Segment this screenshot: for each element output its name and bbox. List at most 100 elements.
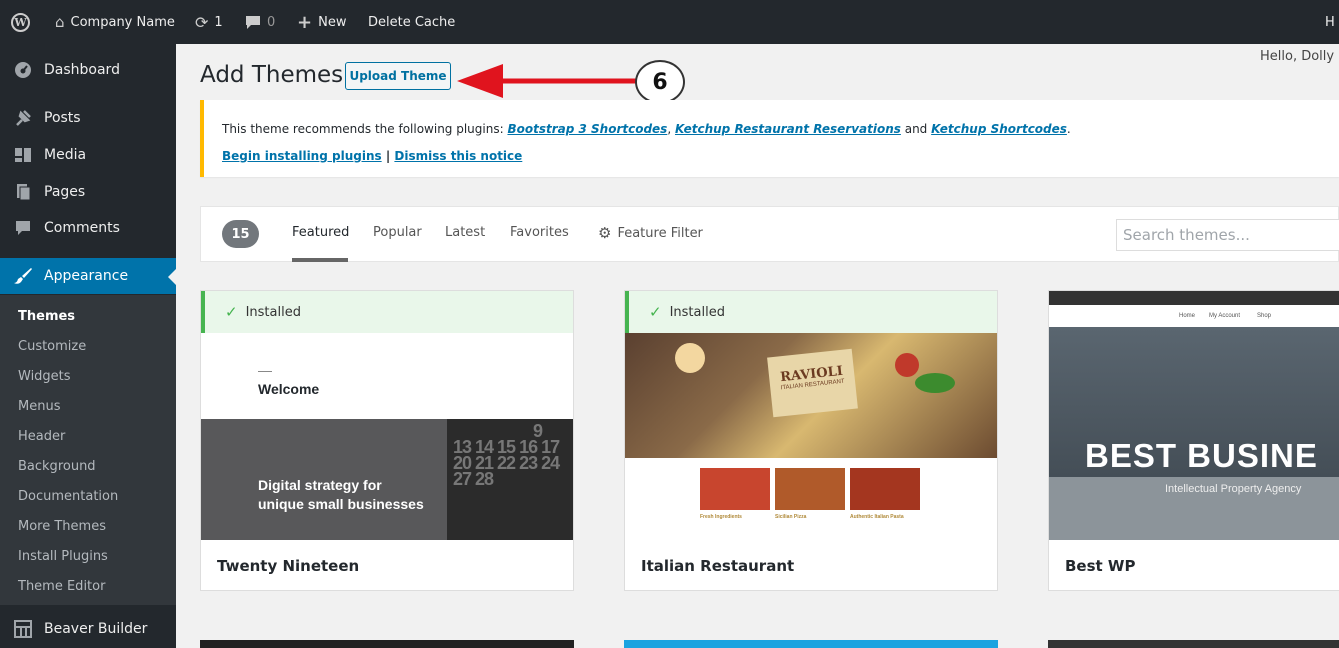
preview-col-3: Authentic Italian Pasta: [850, 514, 904, 520]
preview-headline: BEST BUSINE: [1085, 437, 1318, 474]
theme-card-partial[interactable]: [200, 640, 574, 648]
theme-count-badge: 15: [222, 220, 259, 248]
page-title: Add Themes: [200, 62, 344, 88]
submenu-menus[interactable]: Menus: [18, 399, 60, 414]
pin-icon: [13, 109, 33, 127]
theme-name: Best WP: [1065, 557, 1136, 575]
theme-card-partial[interactable]: [624, 640, 998, 648]
sidebar-item-posts[interactable]: Posts: [0, 100, 176, 136]
brush-icon: [13, 267, 33, 285]
theme-filter-bar: 15 Featured Popular Latest Favorites ⚙ F…: [200, 206, 1339, 262]
upload-theme-button[interactable]: Upload Theme: [345, 62, 451, 90]
wordpress-logo-icon[interactable]: W: [11, 0, 30, 44]
tab-popular[interactable]: Popular: [373, 225, 422, 240]
checkmark-icon: ✓: [225, 303, 238, 321]
theme-card-best-wp[interactable]: Home My Account Shop BEST BUSINE Intelle…: [1048, 290, 1339, 591]
theme-card-italian-restaurant[interactable]: ✓ Installed RAVIOLI ITALIAN RESTAURANT F…: [624, 290, 998, 591]
annotation-number: 6: [635, 60, 685, 104]
sidebar-item-label: Beaver Builder: [44, 621, 148, 637]
active-indicator: [168, 269, 176, 285]
theme-card-twenty-nineteen[interactable]: ✓ Installed Welcome 9 13 14 15 16 17 20 …: [200, 290, 574, 591]
preview-hero: BEST BUSINE Intellectual Property Agency: [1049, 327, 1339, 540]
submenu-background[interactable]: Background: [18, 459, 96, 474]
installed-banner: ✓ Installed: [625, 291, 997, 333]
appearance-submenu: Themes Customize Widgets Menus Header Ba…: [0, 295, 176, 605]
submenu-theme-editor[interactable]: Theme Editor: [18, 579, 105, 594]
theme-screenshot: Welcome 9 13 14 15 16 17 20 21 22 23 24 …: [201, 333, 573, 540]
submenu-more-themes[interactable]: More Themes: [18, 519, 106, 534]
annotation-arrow: [457, 64, 637, 98]
preview-hero: RAVIOLI ITALIAN RESTAURANT: [625, 333, 997, 458]
sidebar-item-dashboard[interactable]: Dashboard: [0, 52, 176, 88]
updates-count: 1: [214, 14, 223, 30]
comment-icon: [246, 15, 260, 29]
preview-calendar: 9 13 14 15 16 17 20 21 22 23 24 27 28: [447, 419, 573, 540]
updates-link[interactable]: ⟳ 1: [195, 0, 223, 44]
preview-tagline-2: unique small businesses: [258, 496, 424, 512]
greeting[interactable]: Hello, Dolly: [1260, 49, 1334, 64]
preview-subheadline: Intellectual Property Agency: [1165, 483, 1302, 495]
theme-card-partial[interactable]: [1048, 640, 1339, 648]
plus-icon: +: [297, 11, 313, 33]
preview-col-2: Sicilian Pizza: [775, 514, 807, 520]
preview-nav: Home My Account Shop: [1049, 305, 1339, 327]
theme-screenshot: RAVIOLI ITALIAN RESTAURANT Fresh Ingredi…: [625, 333, 997, 540]
theme-name: Twenty Nineteen: [217, 557, 360, 575]
preview-hero: 9 13 14 15 16 17 20 21 22 23 24 27 28 Di…: [201, 419, 573, 540]
tab-latest[interactable]: Latest: [445, 225, 485, 240]
plugin-link-bootstrap[interactable]: Bootstrap 3 Shortcodes: [507, 122, 667, 136]
preview-logo: RAVIOLI ITALIAN RESTAURANT: [767, 348, 858, 418]
dashboard-icon: [13, 61, 33, 79]
comments-link[interactable]: 0: [245, 0, 275, 44]
plugin-link-shortcodes[interactable]: Ketchup Shortcodes: [931, 122, 1067, 136]
sidebar-item-media[interactable]: Media: [0, 137, 176, 173]
sidebar-item-comments[interactable]: Comments: [0, 210, 176, 246]
search-themes-input[interactable]: Search themes...: [1116, 219, 1339, 251]
gear-icon: ⚙: [598, 224, 612, 242]
home-icon: ⌂: [55, 13, 65, 31]
submenu-documentation[interactable]: Documentation: [18, 489, 118, 504]
pages-icon: [13, 183, 33, 201]
theme-screenshot: Home My Account Shop BEST BUSINE Intelle…: [1049, 291, 1339, 540]
site-name-link[interactable]: ⌂ Company Name: [55, 0, 175, 44]
preview-welcome: Welcome: [258, 381, 320, 397]
feature-filter-button[interactable]: ⚙ Feature Filter: [598, 224, 703, 242]
submenu-header[interactable]: Header: [18, 429, 65, 444]
sidebar-item-beaver-builder[interactable]: Beaver Builder: [0, 611, 176, 647]
begin-installing-link[interactable]: Begin installing plugins: [222, 149, 382, 163]
grid-icon: [13, 620, 33, 638]
sidebar-item-label: Appearance: [44, 268, 129, 284]
preview-topbar: [1049, 291, 1339, 305]
dismiss-notice-link[interactable]: Dismiss this notice: [394, 149, 522, 163]
new-label: New: [318, 14, 347, 30]
preview-col-1: Fresh Ingredients: [700, 514, 742, 520]
comments-count: 0: [267, 14, 276, 30]
checkmark-icon: ✓: [649, 303, 662, 321]
plugin-link-reservations[interactable]: Ketchup Restaurant Reservations: [675, 122, 901, 136]
comment-icon: [13, 219, 33, 237]
sidebar-item-appearance[interactable]: Appearance: [0, 258, 176, 294]
refresh-icon: ⟳: [195, 12, 209, 32]
delete-cache-link[interactable]: Delete Cache: [368, 0, 455, 44]
site-name: Company Name: [70, 14, 175, 30]
notice-actions: Begin installing plugins | Dismiss this …: [222, 149, 523, 163]
sidebar-item-label: Pages: [44, 184, 86, 200]
notice-message: This theme recommends the following plug…: [222, 122, 1071, 136]
sidebar-item-label: Comments: [44, 220, 120, 236]
plugin-notice: This theme recommends the following plug…: [200, 100, 1339, 177]
submenu-themes[interactable]: Themes: [18, 309, 75, 324]
sidebar-item-label: Posts: [44, 110, 81, 126]
submenu-widgets[interactable]: Widgets: [18, 369, 71, 384]
media-icon: [13, 146, 33, 164]
tab-favorites[interactable]: Favorites: [510, 225, 569, 240]
sidebar-item-label: Media: [44, 147, 87, 163]
decor-line: [258, 371, 272, 372]
sidebar-item-label: Dashboard: [44, 62, 120, 78]
sidebar-item-pages[interactable]: Pages: [0, 174, 176, 210]
new-content-link[interactable]: + New: [297, 0, 346, 44]
account-menu[interactable]: H: [1325, 0, 1335, 44]
preview-tagline-1: Digital strategy for: [258, 477, 382, 493]
submenu-customize[interactable]: Customize: [18, 339, 86, 354]
submenu-install-plugins[interactable]: Install Plugins: [18, 549, 108, 564]
tab-featured[interactable]: Featured: [292, 225, 349, 240]
